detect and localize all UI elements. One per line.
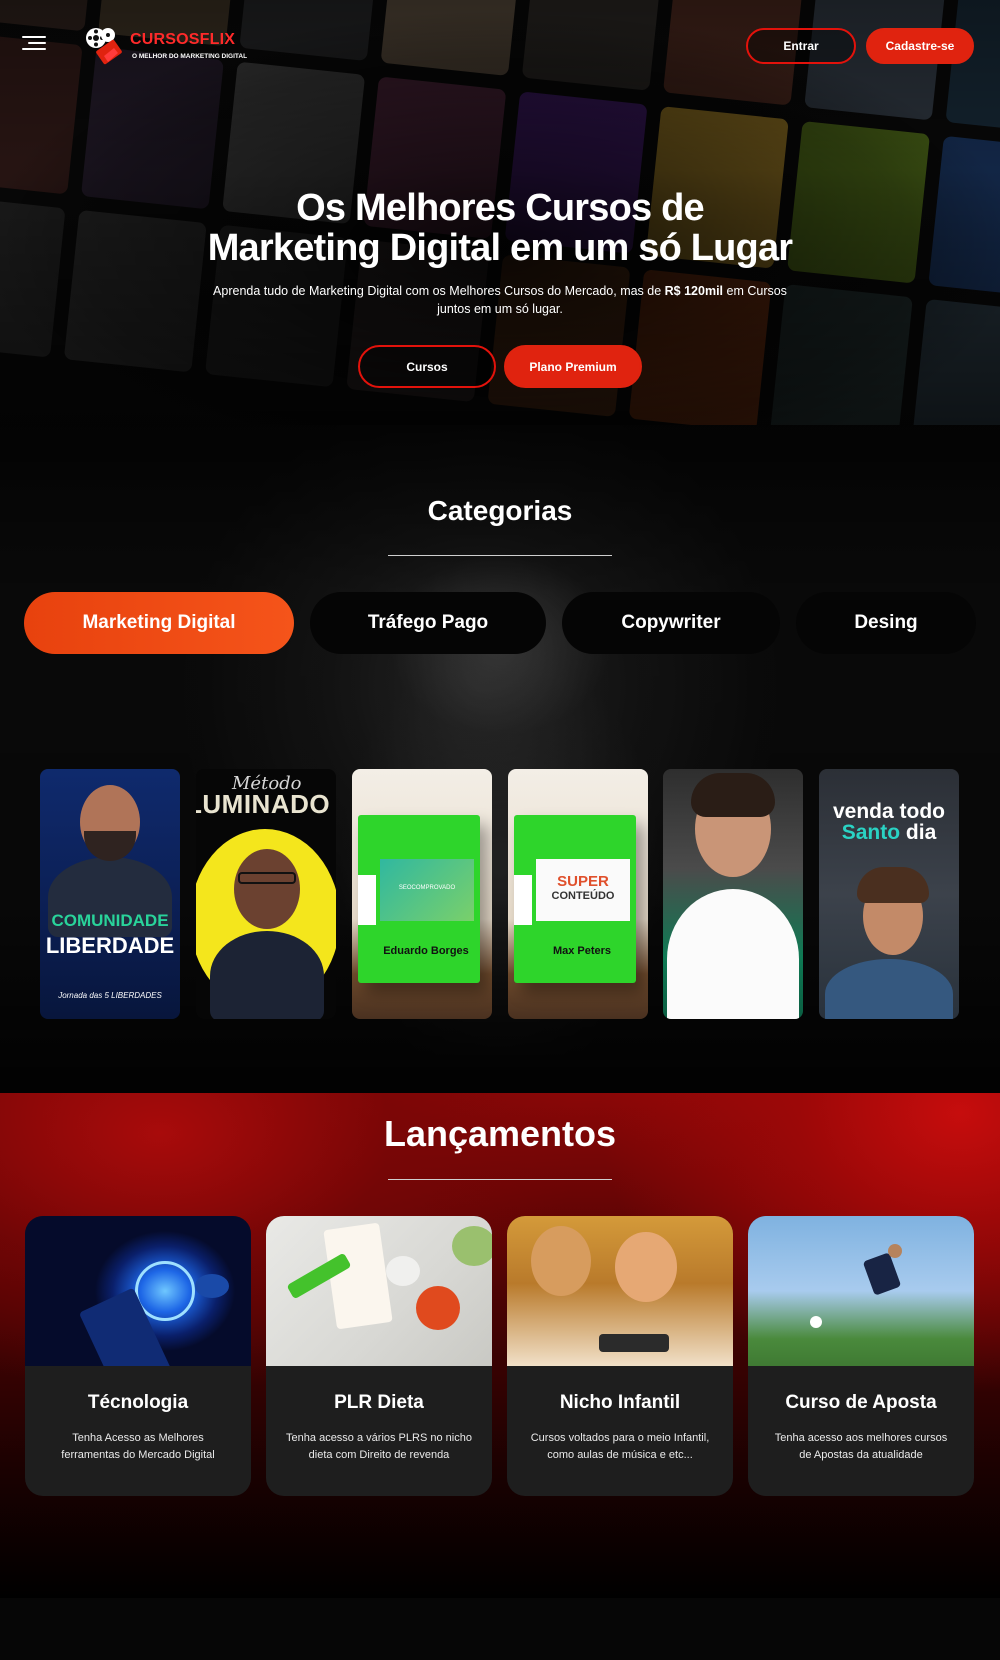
course-card-comunidade-liberdade[interactable]: COMUNIDADE LIBERDADE Jornada das 5 LIBER… [40,769,180,1019]
launch-card-curso-de-aposta[interactable]: Curso de Aposta Tenha acesso aos melhore… [748,1216,974,1496]
soccer-image [748,1216,974,1366]
box-front-label: SEOCOMPROVADO [380,859,474,921]
hero-title-line1: Os Melhores Cursos de [296,187,704,229]
person-hair [691,773,775,817]
card-description: Tenha acesso aos melhores cursos de Apos… [774,1432,948,1461]
card-description: Cursos voltados para o meio Infantil, co… [530,1432,710,1461]
tablet-shape [599,1334,669,1352]
person-body [667,889,799,1019]
course-title-line1: COMUNIDADE [51,911,169,930]
person-hair [857,867,929,903]
logo-name: CURSOSFLIX [130,31,236,48]
product-box: SUPER CONTEÚDO Max Peters [514,815,636,983]
box-label-top: SUPER [557,873,609,890]
course-author: Eduardo Borges [383,945,469,957]
card-description: Tenha acesso a vários PLRS no nicho diet… [286,1432,472,1461]
hero-title: Os Melhores Cursos de Marketing Digital … [150,188,850,268]
card-description: Tenha Acesso as Melhores ferramentas do … [61,1432,215,1461]
categories-title: Categorias [427,495,573,526]
launches-divider [388,1179,612,1180]
product-box: SEOCOMPROVADO Eduardo Borges [358,815,480,983]
tab-trafego-pago[interactable]: Tráfego Pago [310,592,546,654]
person-body [210,931,324,1019]
course-card-metodo-iluminado[interactable]: Método LUMINADO [196,769,336,1019]
card-title: Curso de Aposta [785,1392,937,1413]
glasses-icon [238,872,296,884]
course-card-venda-todo-santo-dia[interactable]: venda todo Santo dia [819,769,959,1019]
card-title: Técnologia [87,1392,189,1413]
box-front-label: SUPER CONTEÚDO [536,859,630,921]
course-title-line2: LIBERDADE [45,933,175,958]
course-card-seo-comprovado[interactable]: SEOCOMPROVADO Eduardo Borges [352,769,492,1019]
person-head [234,849,300,929]
course-title-main: LUMINADO [196,789,331,819]
soccer-ball-icon [810,1316,822,1328]
box-label-text: SEOCOMPROVADO [398,885,456,891]
scale-shape [386,1256,420,1286]
box-side-label [514,875,532,925]
hero-subtitle-price: R$ 120mil [664,284,724,298]
logo-tagline: O MELHOR DO MARKETING DIGITAL [132,53,248,60]
course-title-rest: dia [900,821,937,844]
card-title: PLR Dieta [334,1392,424,1413]
course-title: venda todo Santo dia [819,801,959,843]
tab-copywriter[interactable]: Copywriter [562,592,780,654]
diet-image [266,1216,492,1366]
children-image [507,1216,733,1366]
person-beard [84,831,136,861]
tab-marketing-digital[interactable]: Marketing Digital [24,592,294,654]
course-card-portrait[interactable] [663,769,803,1019]
card-title: Nicho Infantil [559,1392,681,1413]
cabbage-shape [452,1226,492,1266]
categories-divider [388,555,612,556]
cursosflix-logo[interactable]: CURSOSFLIX O MELHOR DO MARKETING DIGITAL [84,26,247,66]
signup-button[interactable]: Cadastre-se [866,28,974,64]
cup-shape [195,1274,229,1298]
technology-image [25,1216,251,1366]
login-button[interactable]: Entrar [746,28,856,64]
lentils-bowl [416,1286,460,1330]
person-body [825,959,953,1019]
player-body [862,1252,902,1296]
launches-section: Lançamentos Técnologia Tenha Acesso as M… [0,1093,1000,1598]
child-head-left [531,1226,591,1296]
tab-desing[interactable]: Desing [796,592,976,654]
launch-card-plr-dieta[interactable]: PLR Dieta Tenha acesso a vários PLRS no … [266,1216,492,1496]
hero-section: CURSOSFLIX O MELHOR DO MARKETING DIGITAL… [0,0,1000,425]
course-title-accent: Santo [841,821,901,844]
hamburger-menu-icon[interactable] [22,36,46,54]
footer-strip [0,1598,1000,1660]
categories-section: Categorias Marketing Digital Tráfego Pag… [0,425,1000,1093]
premium-plan-button[interactable]: Plano Premium [504,345,642,388]
hero-subtitle-start: Aprenda tudo de Marketing Digital com os… [213,284,665,298]
course-author: Max Peters [552,945,612,957]
cursos-button[interactable]: Cursos [358,345,496,388]
course-subtitle: Jornada das 5 LIBERDADES [58,991,162,1000]
hero-subtitle: Aprenda tudo de Marketing Digital com os… [205,282,795,318]
box-side-label [358,875,376,925]
box-label-text: SUPER CONTEÚDO [536,873,630,903]
course-title-line1: venda todo [832,800,945,823]
course-card-super-conteudo[interactable]: SUPER CONTEÚDO Max Peters [508,769,648,1019]
child-head-right [615,1232,677,1302]
film-reel-icon [86,28,122,65]
hero-title-line2: Marketing Digital em um só Lugar [207,227,793,269]
launch-card-tecnologia[interactable]: Técnologia Tenha Acesso as Melhores ferr… [25,1216,251,1496]
player-head [888,1244,902,1258]
launches-title: Lançamentos [383,1113,617,1154]
launch-card-nicho-infantil[interactable]: Nicho Infantil Cursos voltados para o me… [507,1216,733,1496]
box-label-bottom: CONTEÚDO [551,890,615,902]
